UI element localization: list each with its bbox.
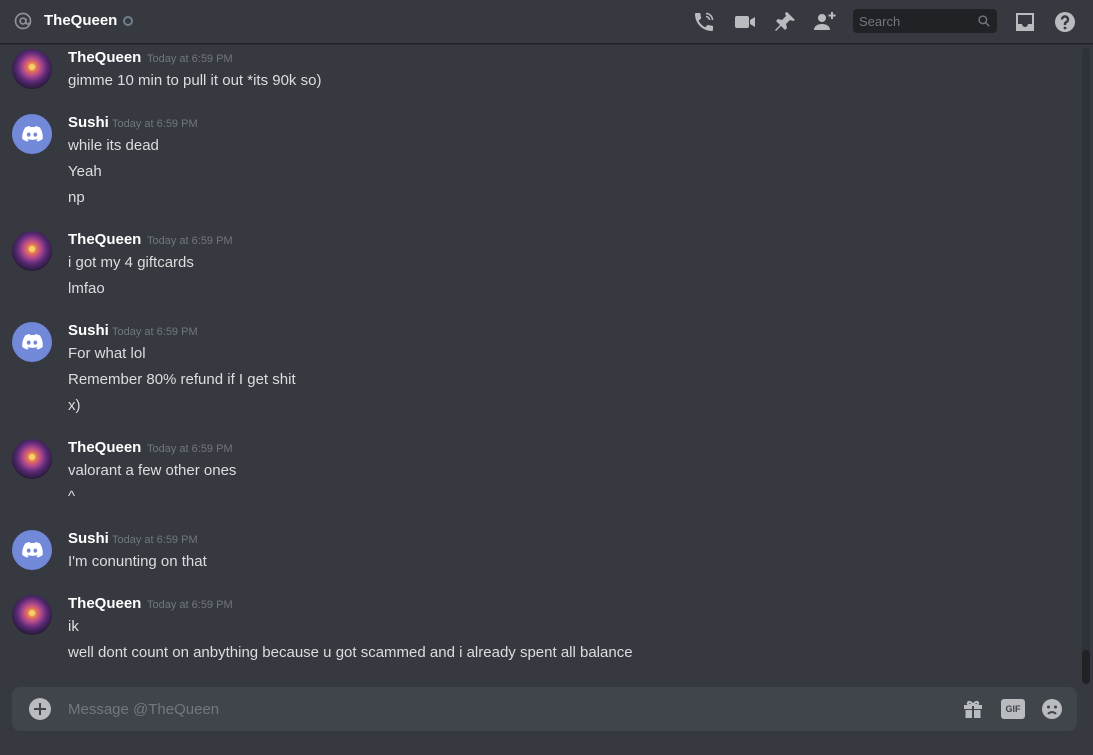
discord-logo-icon: [22, 542, 43, 558]
message-timestamp: Today at 6:59 PM: [112, 326, 198, 338]
discord-logo-icon: [22, 334, 43, 350]
message-timestamp: Today at 6:59 PM: [147, 53, 233, 65]
message-composer: GIF: [12, 687, 1077, 731]
message-timestamp: Today at 6:59 PM: [147, 235, 233, 247]
message-text: while its dead: [68, 137, 159, 154]
message-timestamp: Today at 6:59 PM: [112, 118, 198, 130]
message-text: lmfao: [68, 280, 105, 297]
avatar[interactable]: [12, 231, 52, 271]
gif-icon[interactable]: GIF: [1001, 699, 1025, 719]
message-text: I'm conunting on that: [68, 553, 207, 570]
message-text: well dont count on anbything because u g…: [68, 644, 633, 661]
message-text: x): [68, 397, 81, 414]
inbox-icon[interactable]: [1013, 10, 1037, 34]
message-text: For what lol: [68, 345, 146, 362]
status-offline-icon: [123, 16, 133, 26]
avatar[interactable]: [12, 114, 52, 154]
add-attachment-icon[interactable]: [29, 698, 51, 720]
search-icon[interactable]: [977, 14, 991, 28]
phone-call-icon[interactable]: [692, 10, 716, 34]
message-author[interactable]: TheQueen: [68, 595, 141, 612]
help-icon[interactable]: [1053, 10, 1077, 34]
message-text: ik: [68, 618, 79, 635]
message-text: i got my 4 giftcards: [68, 254, 194, 271]
message-timestamp: Today at 6:59 PM: [147, 599, 233, 611]
message-text: Remember 80% refund if I get shit: [68, 371, 296, 388]
message-text: gimme 10 min to pull it out *its 90k so): [68, 72, 322, 89]
add-friend-icon[interactable]: [813, 10, 837, 34]
message-author[interactable]: TheQueen: [68, 49, 141, 66]
scrollbar-track[interactable]: [1082, 48, 1090, 684]
message-author[interactable]: Sushi: [68, 114, 109, 131]
message-author[interactable]: Sushi: [68, 530, 109, 547]
avatar[interactable]: [12, 595, 52, 635]
at-icon: [14, 12, 32, 30]
message-input[interactable]: [68, 687, 948, 731]
dm-recipient-name: TheQueen: [44, 12, 118, 29]
message-timestamp: Today at 6:59 PM: [147, 443, 233, 455]
search-box[interactable]: [853, 9, 997, 33]
message-list[interactable]: TheQueen Today at 6:59 PM gimme 10 min t…: [0, 45, 1080, 680]
message-author[interactable]: TheQueen: [68, 231, 141, 248]
message-text: ^: [68, 488, 76, 505]
message-text: Yeah: [68, 163, 102, 180]
emoji-icon[interactable]: [1040, 697, 1064, 721]
channel-header: TheQueen: [0, 0, 1093, 44]
video-call-icon[interactable]: [733, 10, 757, 34]
avatar[interactable]: [12, 530, 52, 570]
message-text: valorant a few other ones: [68, 462, 237, 479]
avatar[interactable]: [12, 439, 52, 479]
message-text: np: [68, 189, 85, 206]
gift-icon[interactable]: [961, 697, 985, 721]
pin-icon[interactable]: [773, 10, 797, 34]
search-input[interactable]: [853, 9, 971, 33]
discord-logo-icon: [22, 126, 43, 142]
scrollbar-thumb[interactable]: [1082, 650, 1090, 684]
avatar[interactable]: [12, 322, 52, 362]
avatar[interactable]: [12, 49, 52, 89]
message-author[interactable]: Sushi: [68, 322, 109, 339]
message-author[interactable]: TheQueen: [68, 439, 141, 456]
message-timestamp: Today at 6:59 PM: [112, 534, 198, 546]
